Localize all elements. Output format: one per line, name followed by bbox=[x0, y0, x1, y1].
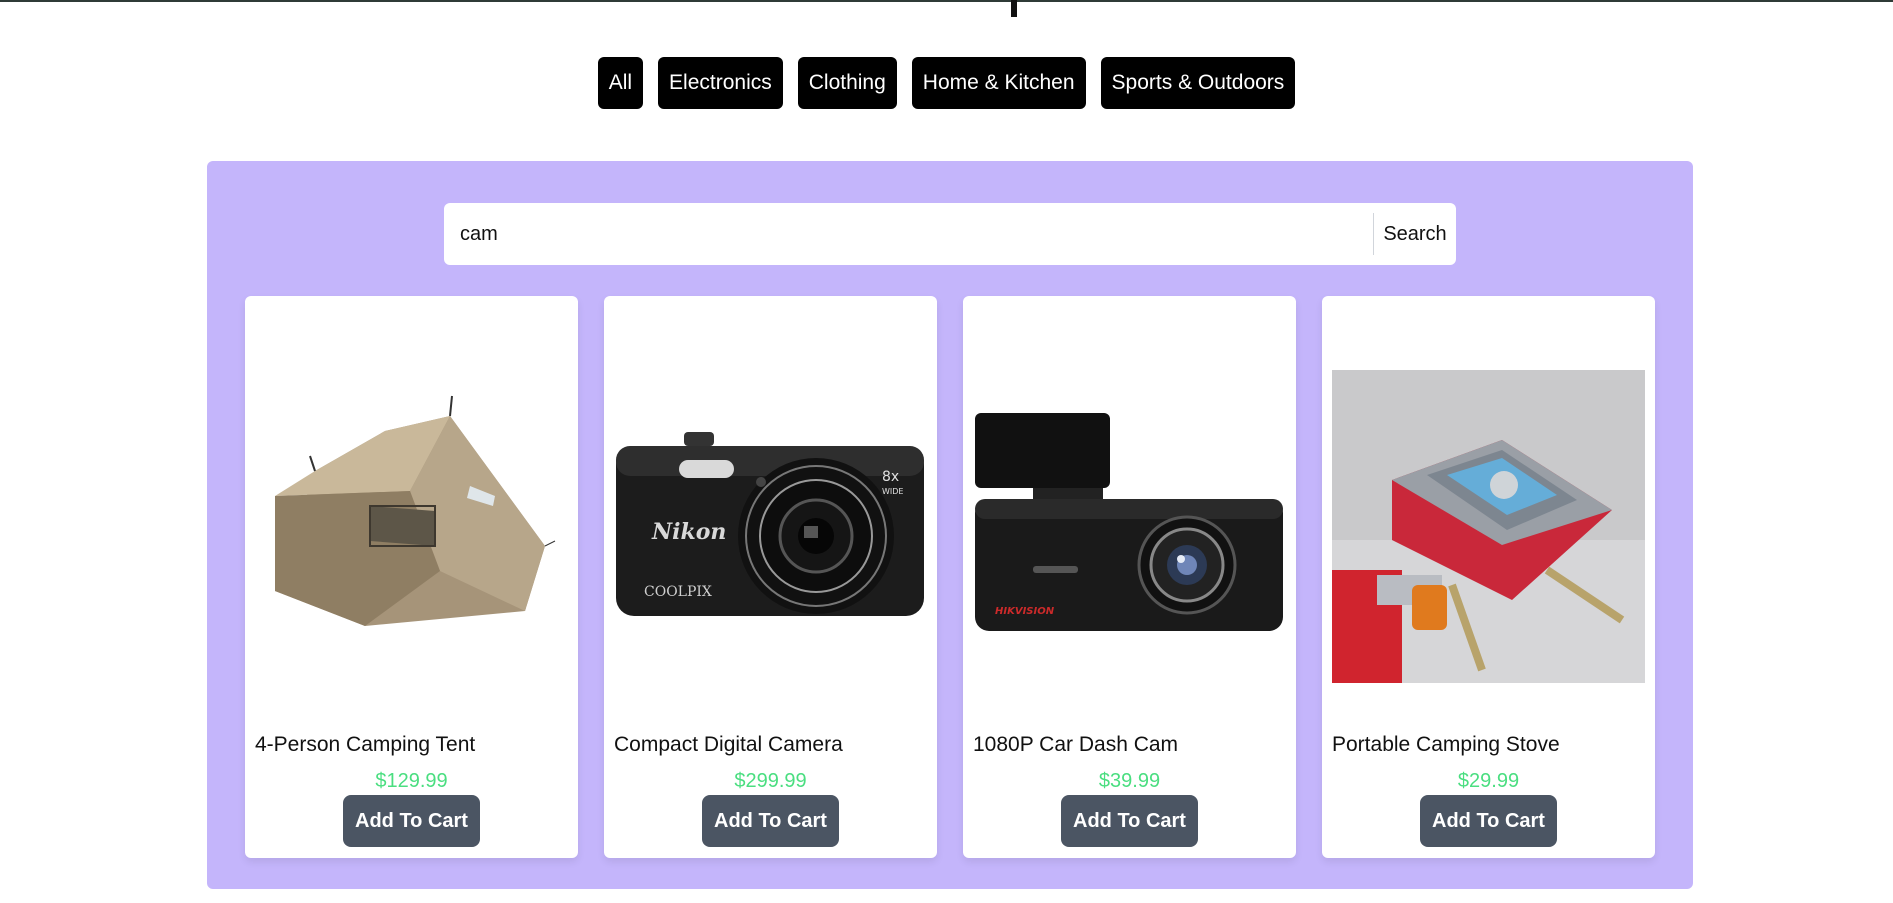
category-home-kitchen-button[interactable]: Home & Kitchen bbox=[911, 57, 1086, 109]
camping-stove-image bbox=[1332, 336, 1645, 716]
product-card: Portable Camping Stove $29.99 Add To Car… bbox=[1322, 296, 1655, 858]
dash-cam-brand-logo: HIKVISION bbox=[995, 606, 1055, 617]
product-price: $129.99 bbox=[375, 770, 448, 792]
product-price: $39.99 bbox=[1098, 770, 1161, 792]
product-card: 4-Person Camping Tent $129.99 Add To Car… bbox=[245, 296, 578, 858]
category-electronics-button[interactable]: Electronics bbox=[658, 57, 783, 109]
search-bar: Search bbox=[444, 203, 1456, 265]
camera-wide-logo: WIDE bbox=[882, 487, 903, 496]
product-card: HIKVISION 1080P Car Dash Cam $39.99 Add … bbox=[963, 296, 1296, 858]
header-fragment bbox=[1011, 0, 1017, 17]
product-name: 4-Person Camping Tent bbox=[255, 733, 476, 756]
product-price: $299.99 bbox=[734, 770, 807, 792]
category-all-button[interactable]: All bbox=[597, 57, 644, 109]
add-to-cart-button[interactable]: Add To Cart bbox=[1420, 795, 1557, 847]
category-sports-outdoors-button[interactable]: Sports & Outdoors bbox=[1100, 57, 1296, 109]
search-button[interactable]: Search bbox=[1374, 203, 1456, 265]
camera-zoom-logo: 8x bbox=[882, 469, 899, 485]
add-to-cart-button[interactable]: Add To Cart bbox=[1061, 795, 1198, 847]
product-card: Nikon COOLPIX 8x WIDE Compact Digital Ca… bbox=[604, 296, 937, 858]
product-name: Compact Digital Camera bbox=[614, 733, 843, 756]
add-to-cart-button[interactable]: Add To Cart bbox=[343, 795, 480, 847]
tent-image bbox=[255, 336, 568, 716]
dash-cam-image: HIKVISION bbox=[973, 336, 1286, 716]
top-divider bbox=[0, 0, 1893, 2]
search-input[interactable] bbox=[444, 203, 1371, 265]
product-grid: 4-Person Camping Tent $129.99 Add To Car… bbox=[245, 296, 1655, 858]
product-name: 1080P Car Dash Cam bbox=[973, 733, 1179, 756]
camera-image: Nikon COOLPIX 8x WIDE bbox=[614, 336, 927, 716]
category-filter-bar: All Electronics Clothing Home & Kitchen … bbox=[0, 57, 1893, 109]
product-name: Portable Camping Stove bbox=[1332, 733, 1560, 756]
camera-brand-logo: Nikon bbox=[651, 519, 726, 545]
camera-model-logo: COOLPIX bbox=[644, 584, 712, 600]
category-clothing-button[interactable]: Clothing bbox=[797, 57, 897, 109]
product-panel: Search 4-Person Camping Tent bbox=[207, 161, 1693, 889]
add-to-cart-button[interactable]: Add To Cart bbox=[702, 795, 839, 847]
product-price: $29.99 bbox=[1457, 770, 1520, 792]
